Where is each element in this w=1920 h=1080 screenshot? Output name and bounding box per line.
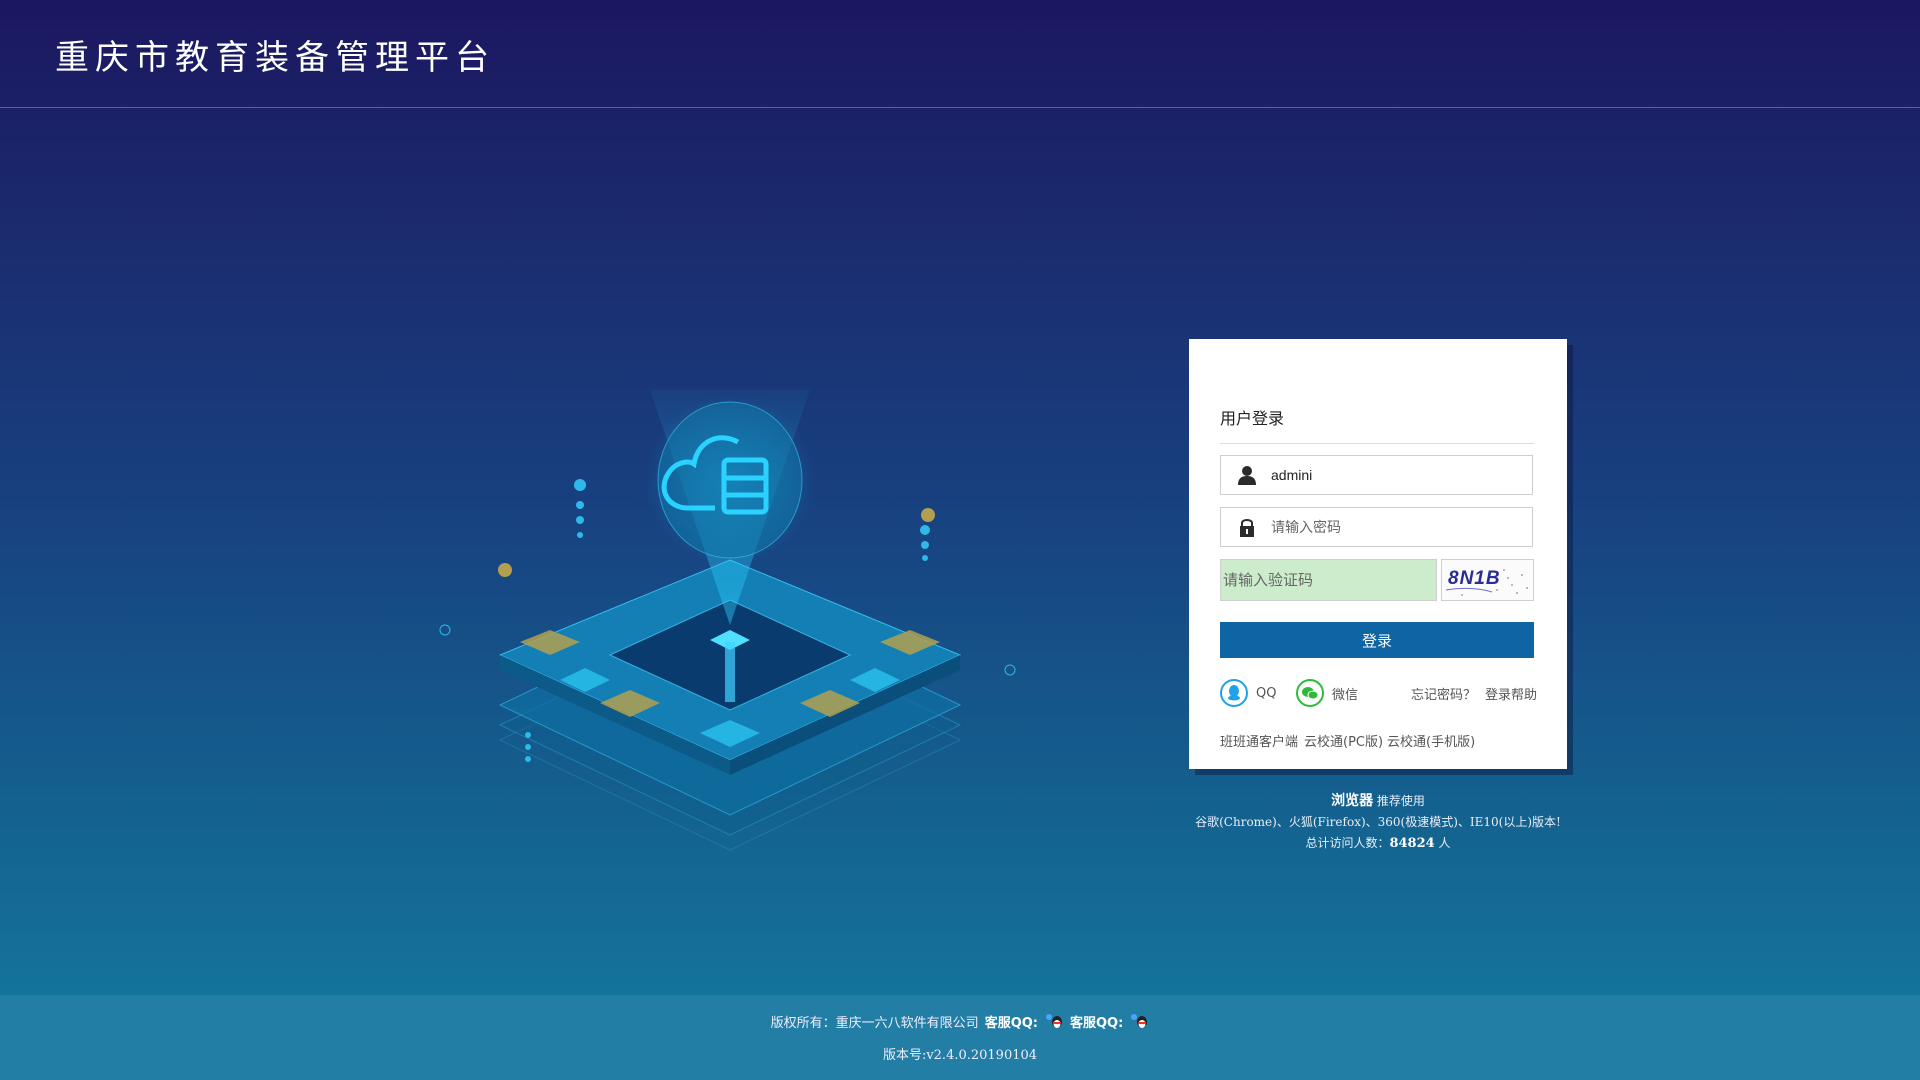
service-qq-label-2: 客服QQ: — [1070, 1016, 1124, 1031]
username-field — [1220, 455, 1533, 495]
browser-label: 浏览器 — [1331, 793, 1374, 809]
password-input[interactable] — [1271, 508, 1521, 546]
mobile-link[interactable]: 云校通(手机版) — [1387, 731, 1475, 750]
client-link[interactable]: 班班通客户端 — [1220, 731, 1298, 750]
qq-service-icon-1[interactable] — [1044, 1013, 1064, 1031]
header: 重庆市教育装备管理平台 — [0, 0, 1920, 108]
captcha-input[interactable] — [1220, 559, 1437, 601]
username-input[interactable] — [1271, 456, 1521, 494]
qq-login[interactable]: QQ — [1220, 679, 1276, 707]
user-icon — [1238, 466, 1256, 485]
visit-counter: 总计访问人数：84824 人 — [1189, 834, 1567, 851]
visits-label: 总计访问人数： — [1305, 836, 1390, 850]
wechat-label: 微信 — [1332, 687, 1359, 703]
browser-suffix: 推荐使用 — [1376, 794, 1425, 808]
footer-row: 版权所有：重庆一六八软件有限公司 客服QQ: 客服QQ: — [0, 1012, 1920, 1031]
divider — [1220, 443, 1534, 444]
pc-link[interactable]: 云校通(PC版) — [1304, 731, 1383, 750]
qq-icon — [1220, 679, 1248, 707]
cloud-server-illustration — [439, 390, 1016, 851]
version: 版本号:v2.4.0.20190104 — [882, 1048, 1038, 1063]
wechat-icon — [1296, 679, 1324, 707]
qq-label: QQ — [1256, 685, 1277, 701]
footer: 版权所有：重庆一六八软件有限公司 客服QQ: 客服QQ: 版本号:v2.4.0.… — [0, 995, 1920, 1080]
lock-icon — [1240, 519, 1254, 537]
login-help-link[interactable]: 登录帮助 — [1485, 684, 1537, 703]
wechat-login[interactable]: 微信 — [1296, 679, 1358, 707]
qq-service-icon-2[interactable] — [1129, 1013, 1149, 1031]
login-panel: 用户登录 8N1B 登录 QQ — [1189, 339, 1567, 769]
copyright: 版权所有：重庆一六八软件有限公司 — [770, 1016, 979, 1031]
browser-recommend: 浏览器 推荐使用 — [1189, 790, 1567, 810]
visits-unit: 人 — [1438, 836, 1451, 850]
captcha-image[interactable]: 8N1B — [1441, 559, 1534, 601]
captcha-code: 8N1B — [1448, 568, 1501, 589]
browser-list: 谷歌(Chrome)、火狐(Firefox)、360(极速模式)、IE10(以上… — [1195, 815, 1561, 829]
service-qq-label-1: 客服QQ: — [984, 1016, 1038, 1031]
login-title: 用户登录 — [1220, 409, 1285, 428]
visits-count: 84824 — [1389, 836, 1435, 851]
login-button[interactable]: 登录 — [1220, 622, 1534, 658]
site-title: 重庆市教育装备管理平台 — [55, 38, 495, 78]
forgot-password-link[interactable]: 忘记密码？ — [1411, 684, 1476, 703]
password-field — [1220, 507, 1533, 547]
